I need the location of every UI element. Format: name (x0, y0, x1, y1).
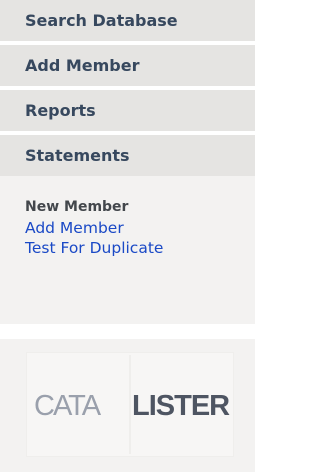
new-member-panel: New Member Add Member Test For Duplicate (0, 176, 255, 324)
add-member-link[interactable]: Add Member (25, 218, 255, 238)
logo-panel: CATA LISTER (0, 339, 255, 472)
logo-text-left: CATA (34, 390, 102, 422)
test-for-duplicate-link[interactable]: Test For Duplicate (25, 238, 255, 258)
new-member-heading: New Member (25, 199, 129, 215)
sidebar-nav: Search Database Add Member Reports State… (0, 0, 255, 176)
nav-item-reports[interactable]: Reports (0, 90, 255, 131)
catalister-logo: CATA LISTER (26, 352, 234, 457)
panel-divider (0, 324, 255, 339)
sidebar: Search Database Add Member Reports State… (0, 0, 255, 476)
logo-text-right: LISTER (132, 390, 230, 422)
nav-item-search-database[interactable]: Search Database (0, 0, 255, 41)
nav-item-add-member[interactable]: Add Member (0, 45, 255, 86)
nav-item-statements[interactable]: Statements (0, 135, 255, 176)
catalister-logo-icon: CATA LISTER (27, 353, 233, 456)
